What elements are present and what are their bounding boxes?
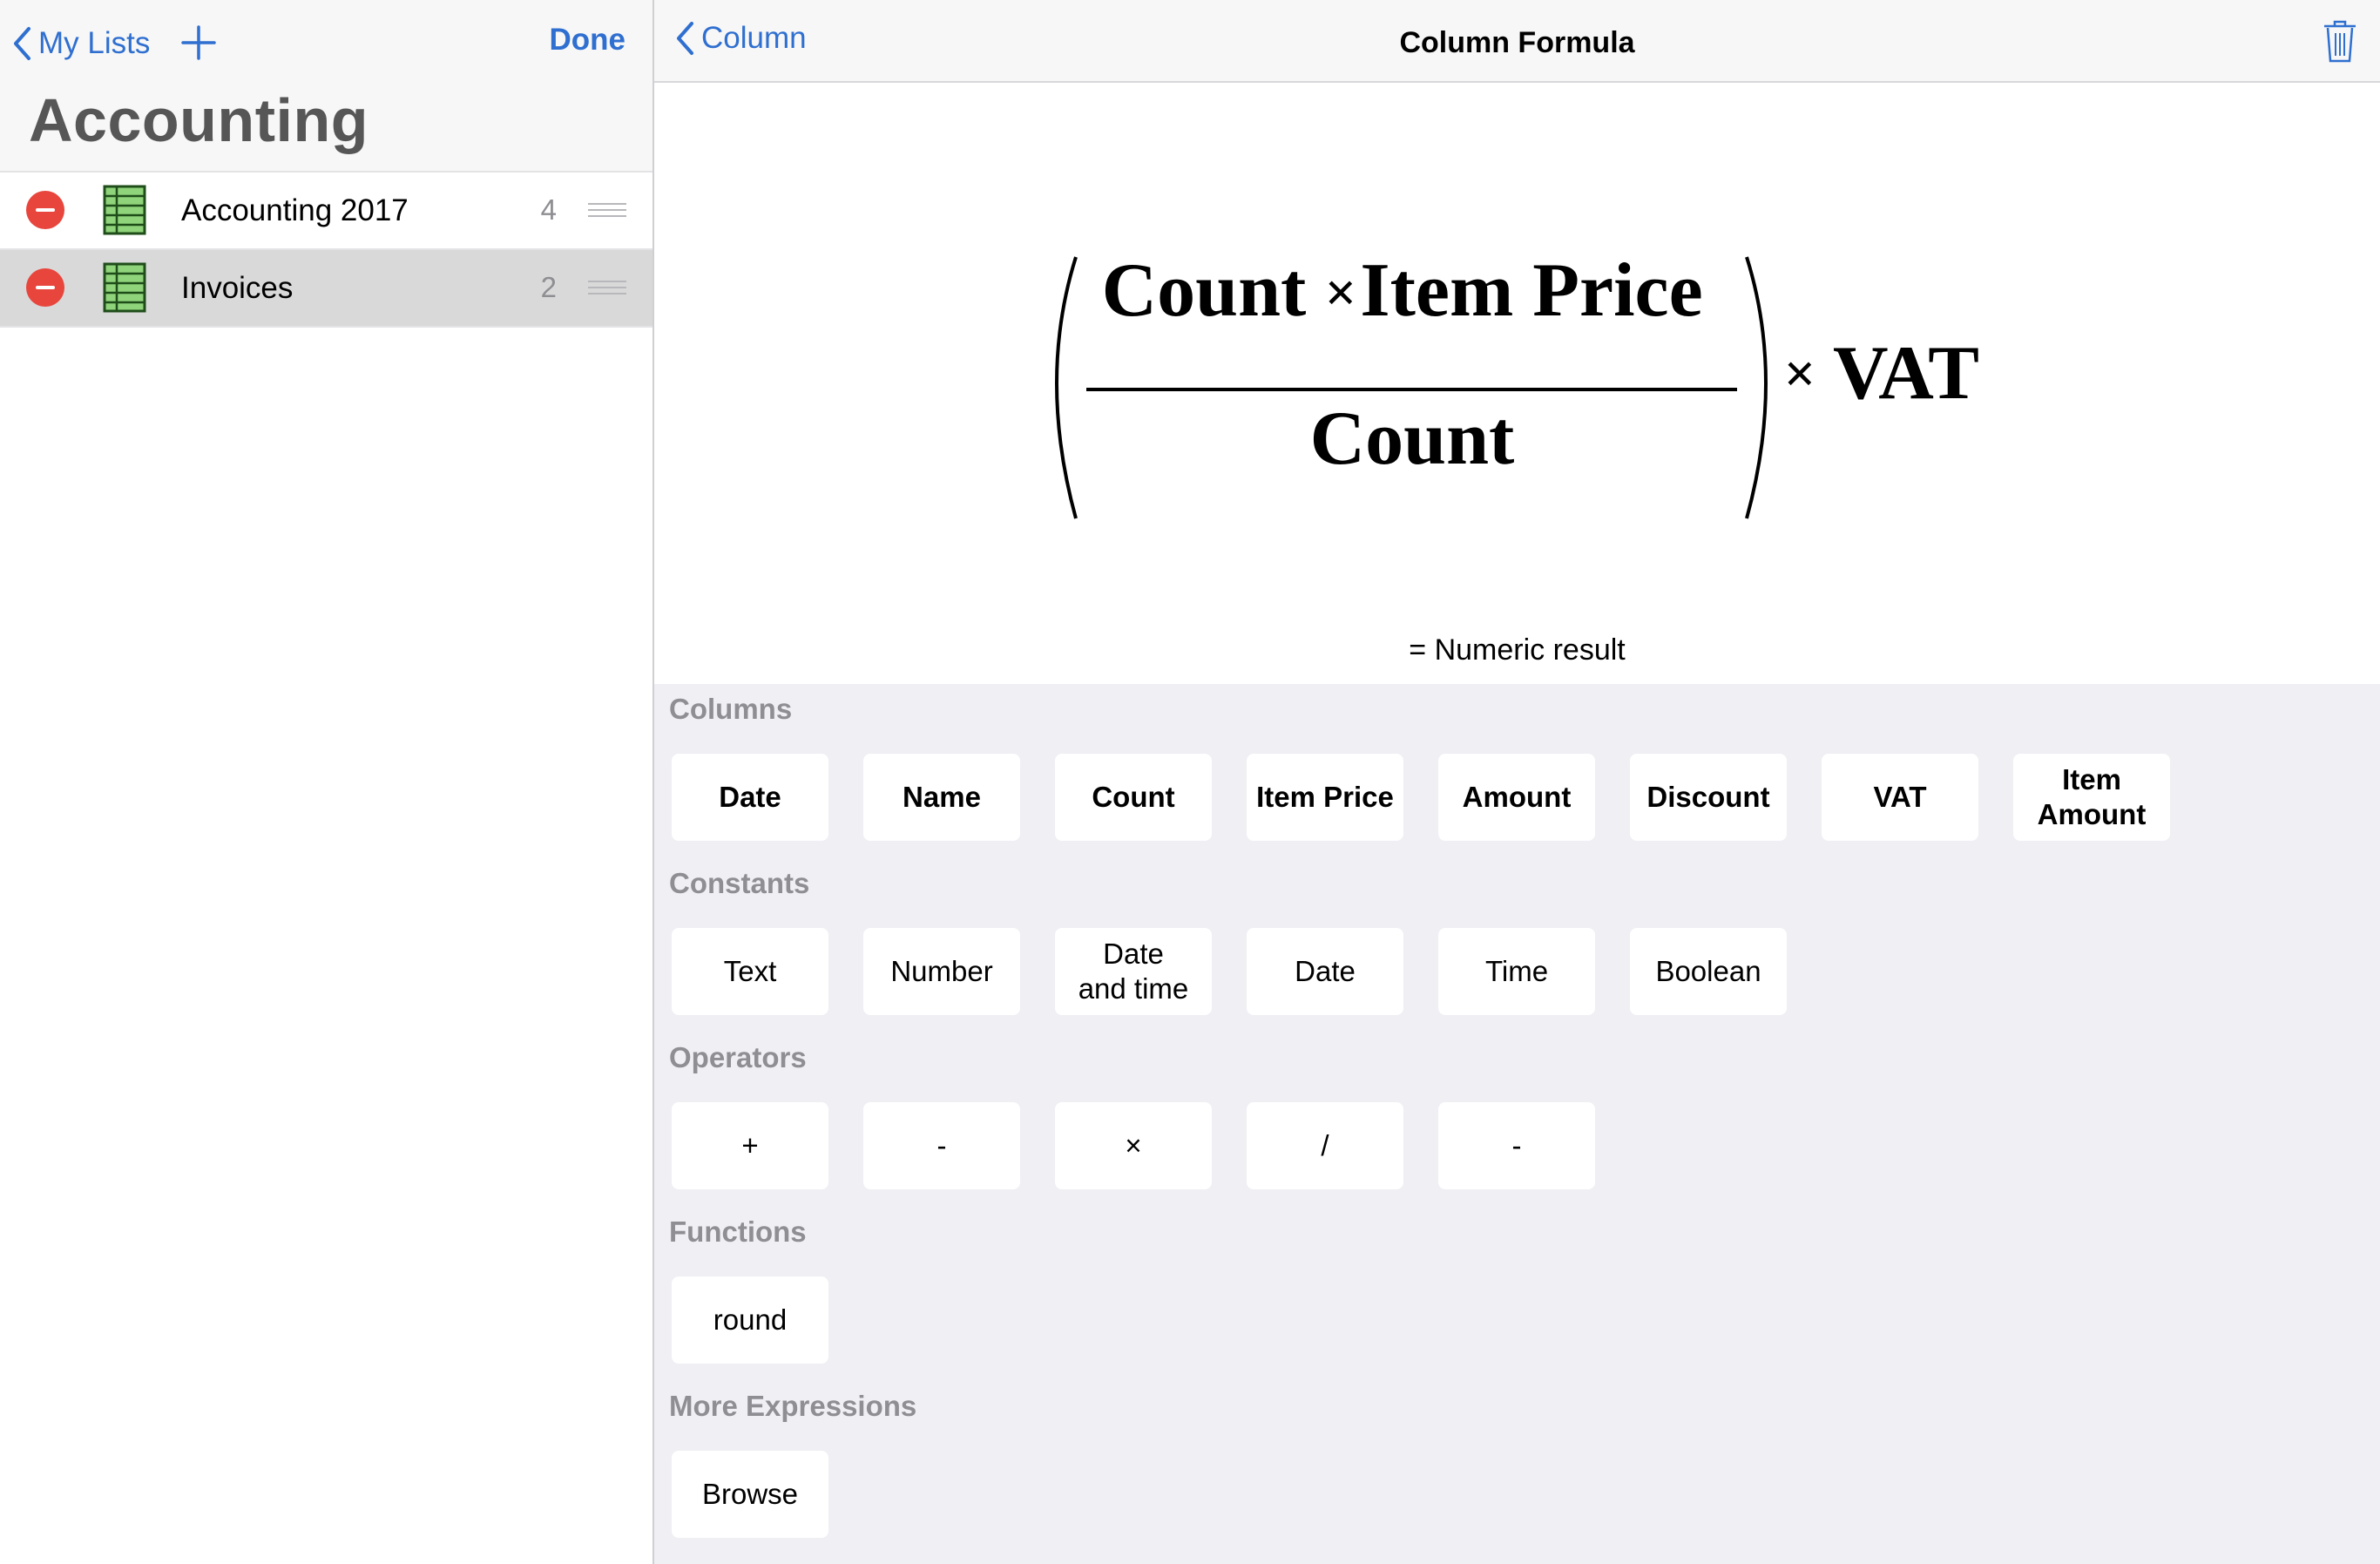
constant-key-time[interactable]: Time	[1438, 928, 1595, 1015]
operator-key-plus[interactable]: +	[672, 1102, 828, 1189]
operator-key-multiply[interactable]: ×	[1055, 1102, 1212, 1189]
plus-icon[interactable]	[179, 24, 218, 62]
column-key-item-amount[interactable]: Item Amount	[2013, 754, 2170, 841]
operator-key-minus[interactable]: -	[863, 1102, 1020, 1189]
constant-key-boolean[interactable]: Boolean	[1630, 928, 1787, 1015]
formula-editor: Column Column Formula Count × Item Price…	[654, 0, 2380, 1564]
column-key-name[interactable]: Name	[863, 754, 1020, 841]
section-more-label: More Expressions	[669, 1390, 917, 1422]
formula-rendering: Count × Item Price Count × VAT	[1055, 248, 1979, 519]
my-lists-back-button[interactable]: My Lists	[12, 21, 150, 66]
column-key-date[interactable]: Date	[672, 754, 828, 841]
browse-button[interactable]: Browse	[672, 1451, 828, 1538]
list-count: 2	[540, 271, 557, 303]
chevron-left-icon	[14, 27, 30, 60]
reorder-icon[interactable]	[588, 281, 626, 295]
column-key-item-price[interactable]: Item Price	[1247, 754, 1403, 841]
list-row-invoices[interactable]: Invoices 2	[0, 250, 652, 328]
section-columns-label: Columns	[669, 693, 793, 725]
result-type: = Numeric result	[1409, 633, 1626, 667]
column-key-count[interactable]: Count	[1055, 754, 1212, 841]
section-functions-label: Functions	[669, 1215, 807, 1248]
spreadsheet-icon	[103, 262, 146, 313]
list-rows: Accounting 2017 4 Invoices 2	[0, 173, 652, 328]
list-count: 4	[540, 193, 557, 226]
operator-key-divide[interactable]: /	[1247, 1102, 1403, 1189]
section-operators-label: Operators	[669, 1041, 807, 1073]
outer-factor: VAT	[1833, 331, 1979, 416]
operator-key-negate[interactable]: -	[1438, 1102, 1595, 1189]
list-name: Accounting 2017	[181, 193, 409, 227]
expression-palette: Columns Date Name Count Item Price Amoun…	[654, 684, 2380, 1564]
back-label: My Lists	[38, 26, 151, 60]
reorder-icon[interactable]	[588, 203, 626, 217]
list-name: Invoices	[181, 271, 294, 305]
list-row-accounting-2017[interactable]: Accounting 2017 4	[0, 173, 652, 250]
formula-display[interactable]: Count × Item Price Count × VAT = Numeric…	[654, 83, 2380, 684]
list-group-title: Accounting	[29, 86, 368, 154]
numerator-left: Count	[1102, 248, 1307, 333]
outer-times-symbol: ×	[1784, 342, 1815, 404]
column-key-vat[interactable]: VAT	[1822, 754, 1978, 841]
denominator: Count	[1310, 396, 1515, 481]
numerator-right: Item Price	[1360, 248, 1702, 333]
function-key-round[interactable]: round	[672, 1276, 828, 1364]
times-symbol: ×	[1325, 261, 1356, 323]
spreadsheet-icon	[103, 185, 146, 235]
page-title: Column Formula	[1399, 26, 1635, 59]
minus-circle-icon[interactable]	[26, 191, 64, 229]
column-key-discount[interactable]: Discount	[1630, 754, 1787, 841]
sidebar-header: My Lists Done Accounting	[0, 0, 652, 173]
constant-key-text[interactable]: Text	[672, 928, 828, 1015]
trash-icon[interactable]	[2321, 17, 2359, 64]
main-header: Column Column Formula	[654, 0, 2380, 83]
section-constants-label: Constants	[669, 867, 810, 899]
constant-key-number[interactable]: Number	[863, 928, 1020, 1015]
constant-key-date[interactable]: Date	[1247, 928, 1403, 1015]
constant-key-date-and-time[interactable]: Date and time	[1055, 928, 1212, 1015]
lists-sidebar: My Lists Done Accounting Accounting 2017…	[0, 0, 652, 1564]
minus-circle-icon[interactable]	[26, 268, 64, 307]
column-key-amount[interactable]: Amount	[1438, 754, 1595, 841]
done-button[interactable]: Done	[550, 23, 626, 58]
